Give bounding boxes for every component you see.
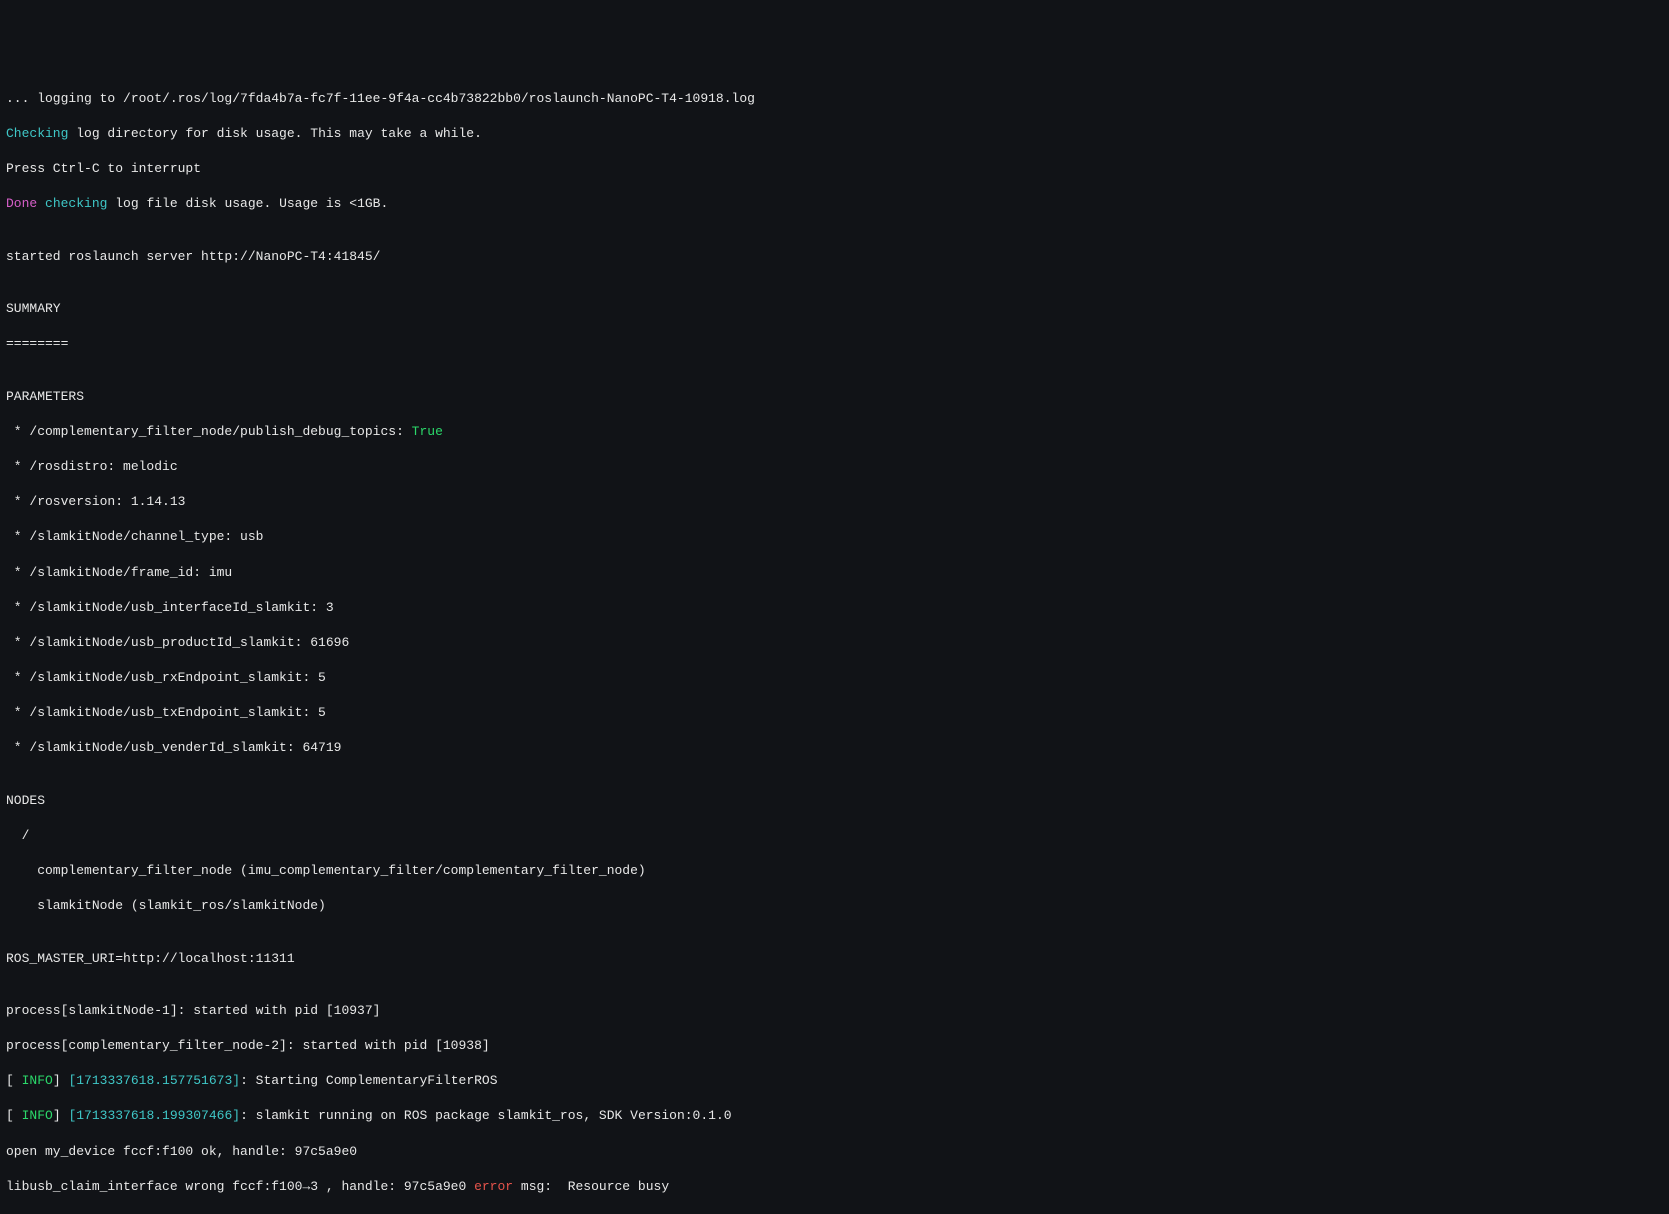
log-line: started roslaunch server http://NanoPC-T…	[6, 248, 1663, 266]
log-line: Done checking log file disk usage. Usage…	[6, 195, 1663, 213]
log-line: slamkitNode (slamkit_ros/slamkitNode)	[6, 897, 1663, 915]
text: True	[412, 424, 443, 439]
text: complementary_filter_node (imu_complemen…	[6, 863, 646, 878]
log-line: NODES	[6, 792, 1663, 810]
log-line: * /slamkitNode/frame_id: imu	[6, 564, 1663, 582]
log-line: /	[6, 827, 1663, 845]
log-line: ROS_MASTER_URI=http://localhost:11311	[6, 950, 1663, 968]
text: INFO	[22, 1073, 53, 1088]
log-line: ========	[6, 335, 1663, 353]
log-line: * /slamkitNode/usb_productId_slamkit: 61…	[6, 634, 1663, 652]
text: checking	[37, 196, 107, 211]
text: : slamkit running on ROS package slamkit…	[240, 1108, 731, 1123]
log-line: libusb_claim_interface wrong fccf:f100→3…	[6, 1178, 1663, 1196]
text: Press Ctrl-C to interrupt	[6, 161, 201, 176]
log-line: * /rosdistro: melodic	[6, 458, 1663, 476]
text: [	[6, 1073, 22, 1088]
text: [1713337618.199307466]	[68, 1108, 240, 1123]
log-line: [ INFO] [1713337618.157751673]: Starting…	[6, 1072, 1663, 1090]
log-line: * /slamkitNode/usb_interfaceId_slamkit: …	[6, 599, 1663, 617]
log-line: PARAMETERS	[6, 388, 1663, 406]
text: * /slamkitNode/usb_productId_slamkit: 61…	[6, 635, 349, 650]
text: * /complementary_filter_node/publish_deb…	[6, 424, 412, 439]
log-line: process[complementary_filter_node-2]: st…	[6, 1037, 1663, 1055]
text: * /rosversion: 1.14.13	[6, 494, 185, 509]
log-line: * /slamkitNode/usb_venderId_slamkit: 647…	[6, 739, 1663, 757]
log-line: * /slamkitNode/usb_txEndpoint_slamkit: 5	[6, 704, 1663, 722]
text: [1713337618.157751673]	[68, 1073, 240, 1088]
text: slamkitNode (slamkit_ros/slamkitNode)	[6, 898, 326, 913]
text: * /slamkitNode/frame_id: imu	[6, 565, 232, 580]
text: log directory for disk usage. This may t…	[68, 126, 481, 141]
text: started roslaunch server http://NanoPC-T…	[6, 249, 380, 264]
log-line: * /complementary_filter_node/publish_deb…	[6, 423, 1663, 441]
text: PARAMETERS	[6, 389, 84, 404]
text: ]	[53, 1073, 69, 1088]
text: ROS_MASTER_URI=http://localhost:11311	[6, 951, 295, 966]
text: INFO	[22, 1108, 53, 1123]
text: libusb_claim_interface wrong fccf:f100→3…	[6, 1179, 474, 1194]
text: [	[6, 1108, 22, 1123]
log-line: open my_device fccf:f100 ok, handle: 97c…	[6, 1143, 1663, 1161]
text: : Starting ComplementaryFilterROS	[240, 1073, 497, 1088]
log-line: process[slamkitNode-1]: started with pid…	[6, 1002, 1663, 1020]
log-line: * /slamkitNode/channel_type: usb	[6, 528, 1663, 546]
text: * /slamkitNode/usb_txEndpoint_slamkit: 5	[6, 705, 326, 720]
text: Checking	[6, 126, 68, 141]
log-line: complementary_filter_node (imu_complemen…	[6, 862, 1663, 880]
log-line: ... logging to /root/.ros/log/7fda4b7a-f…	[6, 90, 1663, 108]
text: ... logging to /root/.ros/log/7fda4b7a-f…	[6, 91, 755, 106]
text: * /slamkitNode/usb_interfaceId_slamkit: …	[6, 600, 334, 615]
text: ]	[53, 1108, 69, 1123]
log-line: Checking log directory for disk usage. T…	[6, 125, 1663, 143]
log-line: Press Ctrl-C to interrupt	[6, 160, 1663, 178]
text: * /slamkitNode/channel_type: usb	[6, 529, 263, 544]
log-line: * /rosversion: 1.14.13	[6, 493, 1663, 511]
text: ========	[6, 336, 68, 351]
terminal-output[interactable]: ... logging to /root/.ros/log/7fda4b7a-f…	[6, 72, 1663, 1214]
text: open my_device fccf:f100 ok, handle: 97c…	[6, 1144, 357, 1159]
log-line: * /slamkitNode/usb_rxEndpoint_slamkit: 5	[6, 669, 1663, 687]
text: NODES	[6, 793, 45, 808]
text: SUMMARY	[6, 301, 61, 316]
text: msg: Resource busy	[513, 1179, 669, 1194]
text: error	[474, 1179, 513, 1194]
text: * /slamkitNode/usb_rxEndpoint_slamkit: 5	[6, 670, 326, 685]
log-line: SUMMARY	[6, 300, 1663, 318]
text: * /rosdistro: melodic	[6, 459, 178, 474]
text: * /slamkitNode/usb_venderId_slamkit: 647…	[6, 740, 341, 755]
text: process[slamkitNode-1]: started with pid…	[6, 1003, 380, 1018]
text: /	[6, 828, 29, 843]
text: process[complementary_filter_node-2]: st…	[6, 1038, 490, 1053]
log-line-error: [ERROR] [1713337618.231603783]: Error, c…	[6, 1213, 1663, 1214]
text: log file disk usage. Usage is <1GB.	[107, 196, 388, 211]
text: Done	[6, 196, 37, 211]
log-line: [ INFO] [1713337618.199307466]: slamkit …	[6, 1107, 1663, 1125]
